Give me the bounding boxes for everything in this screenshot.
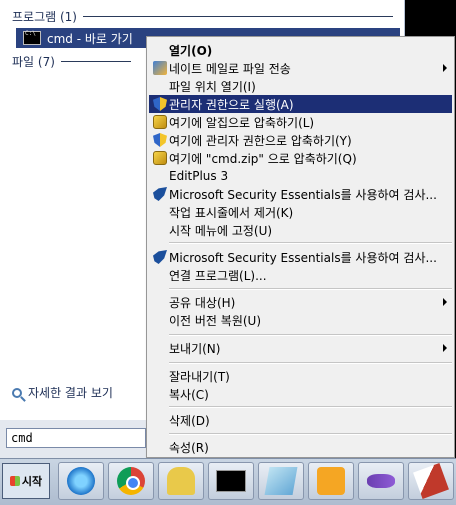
taskbar-virtualbox[interactable]	[308, 462, 354, 500]
mse-icon	[153, 187, 167, 201]
menu-item-run-as-admin[interactable]: 관리자 권한으로 실행(A)	[149, 95, 452, 113]
notepad-icon	[264, 467, 298, 495]
taskbar-cmd[interactable]	[208, 462, 254, 500]
chrome-icon	[117, 467, 145, 495]
menu-item-delete[interactable]: 삭제(D)	[149, 411, 452, 429]
virtualbox-icon	[317, 467, 345, 495]
menu-item-send-to[interactable]: 보내기(N)	[149, 339, 452, 357]
menu-item-mse-scan-2[interactable]: Microsoft Security Essentials를 사용하여 검사..…	[149, 248, 452, 266]
alzip-icon	[153, 115, 167, 129]
search-input[interactable]: cmd	[6, 428, 146, 448]
context-menu: 열기(O) 네이트 메일로 파일 전송 파일 위치 열기(I) 관리자 권한으로…	[146, 36, 455, 458]
mse-icon	[153, 250, 167, 264]
uac-shield-icon	[153, 97, 167, 111]
menu-separator	[169, 362, 452, 364]
menu-item-share-with[interactable]: 공유 대상(H)	[149, 293, 452, 311]
menu-item-copy[interactable]: 복사(C)	[149, 385, 452, 403]
taskbar: 시작	[0, 458, 456, 505]
see-more-results-link[interactable]: 자세한 결과 보기	[12, 384, 113, 401]
taskbar-internet-explorer[interactable]	[58, 462, 104, 500]
result-label: cmd - 바로 가기	[47, 31, 133, 46]
menu-item-properties[interactable]: 속성(R)	[149, 438, 452, 456]
programs-group-header: 프로그램 (1)	[12, 8, 393, 25]
misc-app-icon	[413, 463, 449, 499]
submenu-arrow-icon	[443, 64, 447, 72]
menu-item-nate-mail[interactable]: 네이트 메일로 파일 전송	[149, 59, 452, 77]
menu-item-alzip-compress[interactable]: 여기에 알집으로 압축하기(L)	[149, 113, 452, 131]
divider	[82, 16, 393, 17]
internet-explorer-icon	[67, 467, 95, 495]
menu-item-unpin-taskbar[interactable]: 작업 표시줄에서 제거(K)	[149, 203, 452, 221]
menu-item-open[interactable]: 열기(O)	[149, 41, 452, 59]
cmd-icon	[23, 30, 41, 45]
menu-separator	[169, 334, 452, 336]
alzip-icon	[153, 151, 167, 165]
menu-item-cut[interactable]: 잘라내기(T)	[149, 367, 452, 385]
windows-logo-icon	[9, 476, 20, 486]
menu-separator	[169, 242, 452, 244]
submenu-arrow-icon	[443, 298, 447, 306]
menu-separator	[169, 288, 452, 290]
menu-item-restore-versions[interactable]: 이전 버전 복원(U)	[149, 311, 452, 329]
mail-icon	[153, 61, 167, 75]
files-group-header: 파일 (7)	[12, 53, 131, 70]
taskbar-chrome[interactable]	[108, 462, 154, 500]
menu-separator	[169, 406, 452, 408]
visual-studio-icon	[367, 474, 395, 488]
menu-separator	[169, 433, 452, 435]
files-header-label: 파일 (7)	[12, 55, 55, 69]
menu-item-compress-zip[interactable]: 여기에 "cmd.zip" 으로 압축하기(Q)	[149, 149, 452, 167]
taskbar-misc-app[interactable]	[408, 462, 454, 500]
menu-item-mse-scan[interactable]: Microsoft Security Essentials를 사용하여 검사..…	[149, 185, 452, 203]
uac-shield-icon	[153, 133, 167, 147]
search-icon	[12, 387, 22, 398]
taskbar-character-app[interactable]	[158, 462, 204, 500]
menu-item-pin-start[interactable]: 시작 메뉴에 고정(U)	[149, 221, 452, 239]
see-more-label: 자세한 결과 보기	[28, 386, 113, 400]
submenu-arrow-icon	[443, 344, 447, 352]
menu-item-open-with[interactable]: 연결 프로그램(L)...	[149, 266, 452, 284]
character-app-icon	[167, 467, 195, 495]
divider	[60, 61, 131, 62]
menu-item-open-location[interactable]: 파일 위치 열기(I)	[149, 77, 452, 95]
cmd-icon	[216, 470, 246, 492]
programs-header-label: 프로그램 (1)	[12, 10, 77, 24]
menu-item-editplus[interactable]: EditPlus 3	[149, 167, 452, 185]
menu-item-admin-compress[interactable]: 여기에 관리자 권한으로 압축하기(Y)	[149, 131, 452, 149]
taskbar-notepad[interactable]	[258, 462, 304, 500]
start-label: 시작	[21, 475, 43, 488]
start-button[interactable]: 시작	[2, 463, 50, 499]
taskbar-visual-studio[interactable]	[358, 462, 404, 500]
